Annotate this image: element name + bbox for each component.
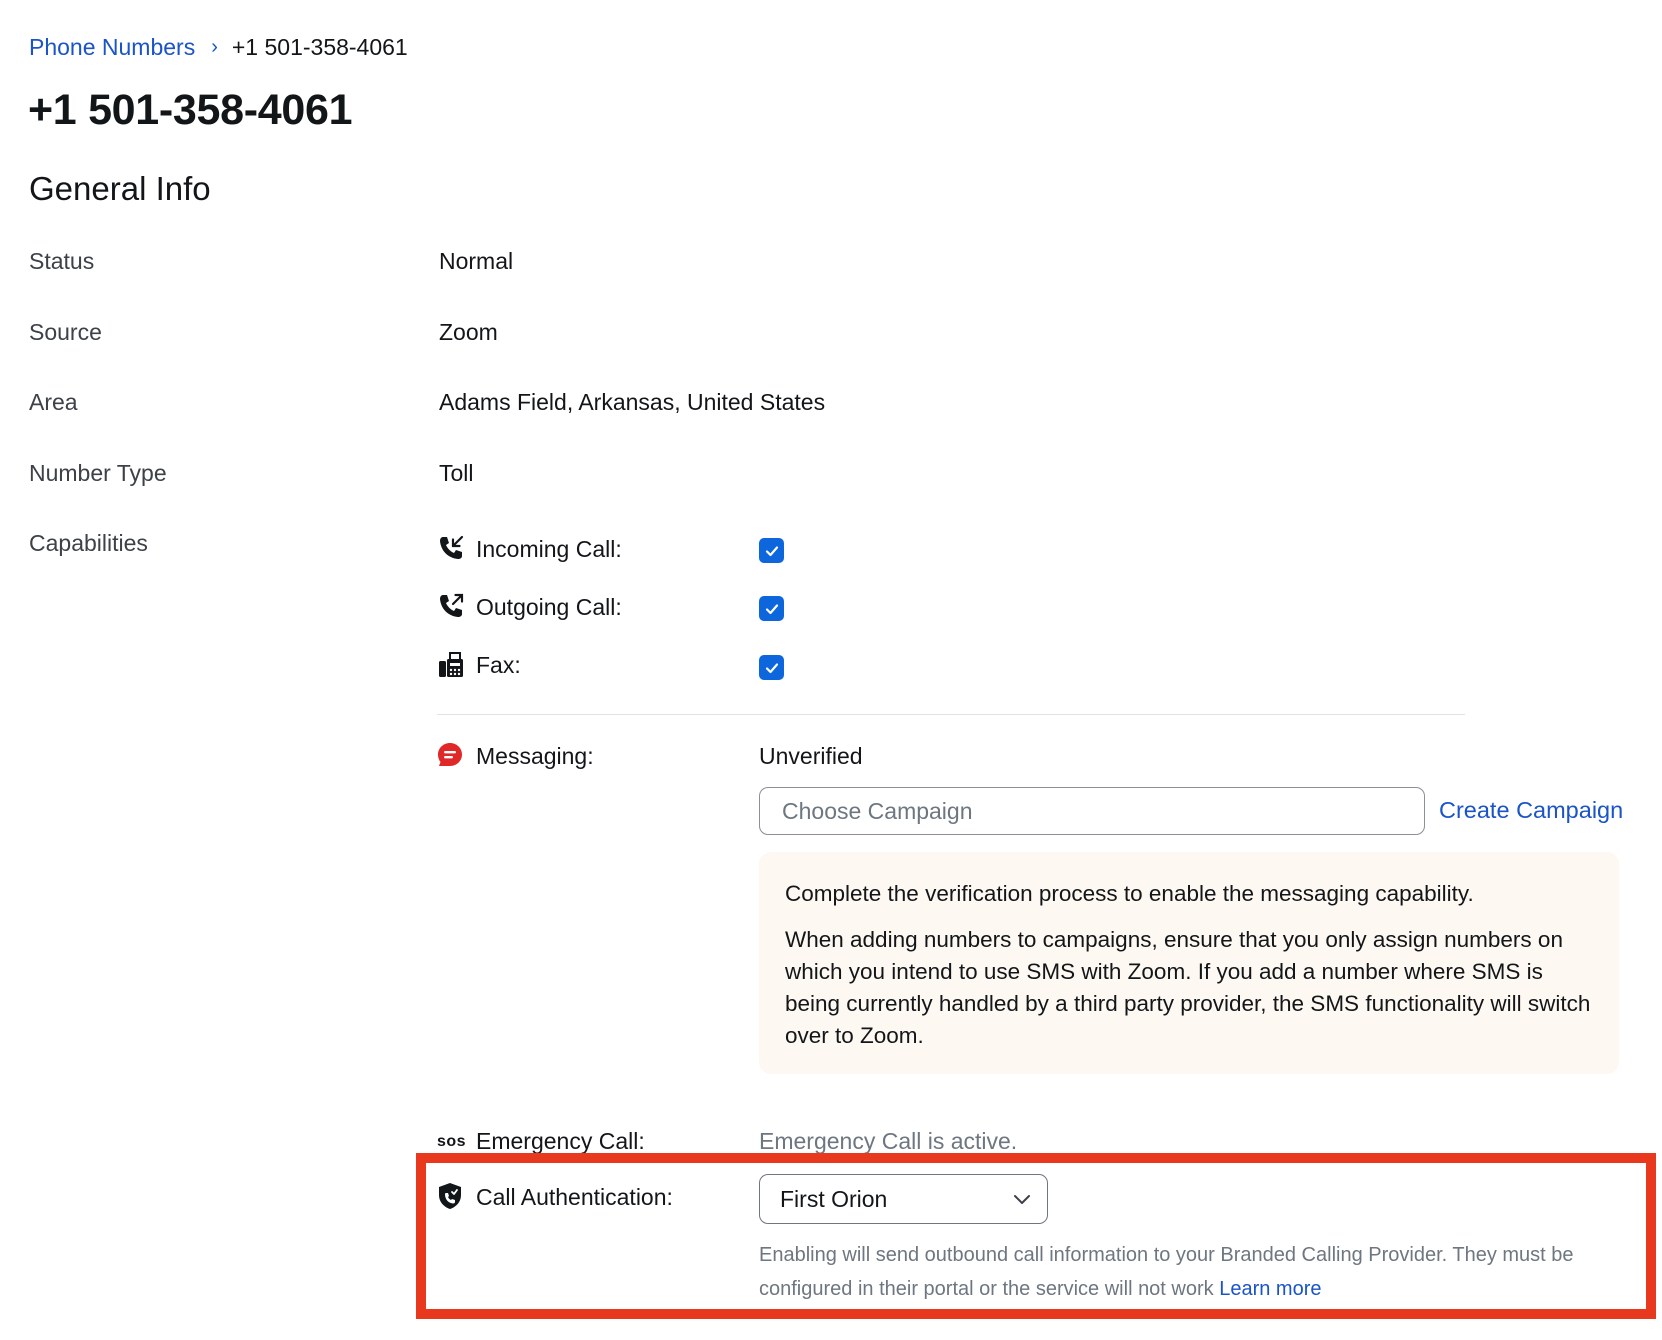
check-icon bbox=[765, 545, 778, 556]
campaign-placeholder: Choose Campaign bbox=[782, 797, 973, 824]
emergency-call-status: Emergency Call is active. bbox=[759, 1128, 1018, 1154]
area-value: Adams Field, Arkansas, United States bbox=[439, 389, 826, 415]
page-title: +1 501-358-4061 bbox=[28, 86, 353, 134]
fax-checkbox[interactable] bbox=[759, 655, 784, 680]
notice-line-1: Complete the verification process to ena… bbox=[785, 881, 1474, 906]
section-title: General Info bbox=[29, 170, 211, 207]
call-authentication-value: First Orion bbox=[780, 1185, 888, 1212]
capabilities-label: Capabilities bbox=[29, 530, 148, 556]
source-value: Zoom bbox=[439, 319, 498, 345]
choose-campaign-select[interactable]: Choose Campaign bbox=[759, 787, 1425, 835]
call-authentication-description-text: Enabling will send outbound call informa… bbox=[759, 1244, 1574, 1300]
fax-icon bbox=[439, 652, 463, 677]
status-label: Status bbox=[29, 248, 95, 274]
status-value: Normal bbox=[439, 248, 514, 274]
messaging-label: Messaging: bbox=[476, 743, 594, 769]
learn-more-link[interactable]: Learn more bbox=[1219, 1278, 1321, 1300]
incoming-call-icon bbox=[440, 535, 464, 559]
incoming-call-checkbox[interactable] bbox=[759, 538, 784, 563]
sos-icon: sos bbox=[437, 1133, 467, 1150]
messaging-status: Unverified bbox=[759, 743, 863, 769]
verification-notice: Complete the verification process to ena… bbox=[759, 852, 1619, 1074]
fax-label: Fax: bbox=[476, 652, 521, 678]
message-warning-icon bbox=[438, 743, 462, 766]
outgoing-call-checkbox[interactable] bbox=[759, 596, 784, 621]
breadcrumb-current: +1 501-358-4061 bbox=[231, 34, 408, 60]
number-type-value: Toll bbox=[439, 460, 474, 486]
number-type-label: Number Type bbox=[29, 460, 167, 486]
create-campaign-link[interactable]: Create Campaign bbox=[1439, 797, 1623, 824]
emergency-call-label: Emergency Call: bbox=[476, 1128, 645, 1154]
breadcrumb-phone-numbers-link[interactable]: Phone Numbers bbox=[29, 34, 195, 61]
shield-icon bbox=[439, 1183, 461, 1209]
divider bbox=[437, 714, 1465, 715]
check-icon bbox=[765, 662, 778, 673]
incoming-call-label: Incoming Call: bbox=[476, 536, 622, 562]
chevron-right-icon: › bbox=[211, 36, 218, 58]
call-authentication-label: Call Authentication: bbox=[476, 1184, 673, 1210]
notice-line-2: When adding numbers to campaigns, ensure… bbox=[785, 927, 1591, 1048]
breadcrumb: Phone Numbers › +1 501-358-4061 bbox=[29, 34, 408, 61]
call-authentication-description: Enabling will send outbound call informa… bbox=[759, 1238, 1629, 1306]
area-label: Area bbox=[29, 389, 78, 415]
call-authentication-select[interactable]: First Orion bbox=[759, 1174, 1048, 1224]
chevron-down-icon bbox=[1014, 1195, 1030, 1204]
source-label: Source bbox=[29, 319, 102, 345]
check-icon bbox=[765, 603, 778, 614]
outgoing-call-icon bbox=[440, 593, 464, 617]
outgoing-call-label: Outgoing Call: bbox=[476, 594, 622, 620]
